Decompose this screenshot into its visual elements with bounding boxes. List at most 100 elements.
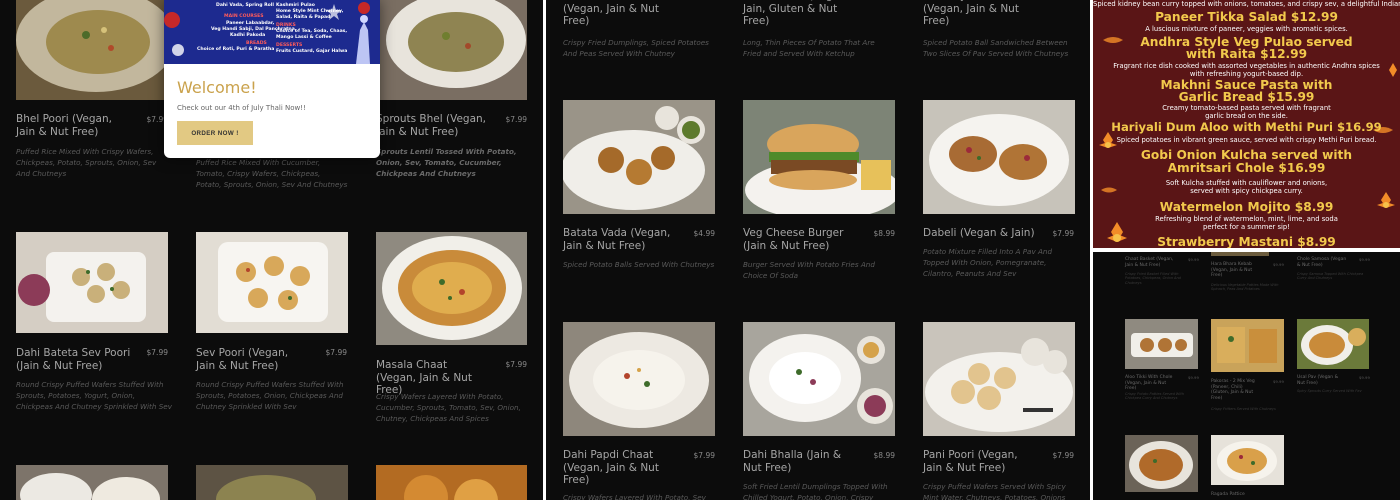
item-price: $9.99 bbox=[1359, 257, 1370, 262]
item-description: Long, Thin Pieces Of Potato That Are Fri… bbox=[743, 38, 875, 59]
banner-text: Home Style Mint Chutney, bbox=[276, 9, 344, 14]
poster-description: Creamy tomato-based pasta served with fr… bbox=[1162, 104, 1331, 112]
item-price: $7.99 bbox=[505, 115, 527, 124]
item-name: Veg Cheese Burger (Jain & Nut Free) bbox=[743, 227, 844, 252]
food-photo bbox=[376, 465, 527, 500]
item-description: Crispy Fried Basket Filled With Potatoes… bbox=[1125, 272, 1181, 285]
poster-description: Fragrant rice dish cooked with assorted … bbox=[1113, 62, 1380, 70]
food-photo-dabeli bbox=[923, 100, 1075, 214]
popup-title: Welcome! bbox=[177, 78, 257, 97]
banner-text: Fruits Custard, Gajar Halwa bbox=[276, 49, 348, 54]
food-photo-bhel-poori bbox=[16, 0, 168, 100]
menu-panel-snacks: Potato Peas Samosa (Vegan, Jain & Nut Fr… bbox=[546, 0, 1090, 500]
item-price: $9.99 bbox=[1188, 257, 1199, 262]
july-thali-banner: Dahi Vada, Spring Roll MAIN COURSES Pane… bbox=[164, 0, 380, 64]
poster-item-title: Watermelon Mojito $8.99 bbox=[1159, 200, 1334, 214]
poster-description: A luscious mixture of paneer, veggies wi… bbox=[1145, 25, 1348, 33]
food-photo bbox=[196, 465, 348, 500]
item-description: Soft Fried Lentil Dumplings Topped With … bbox=[743, 482, 888, 500]
banner-text: Salad, Raita & Papad bbox=[276, 15, 331, 20]
item-name: Sev Poori (Vegan, Jain & Nut Free) bbox=[196, 347, 289, 372]
poster-item-title: with Raita $12.99 bbox=[1185, 47, 1308, 61]
food-photo-dahi-bateta-sev-poori bbox=[16, 232, 168, 333]
food-photo-aloo-tikki bbox=[1125, 319, 1198, 369]
banner-header: DESSERTS bbox=[276, 43, 303, 48]
item-description: Crispy Puffed Wafers Served With Spicy M… bbox=[923, 482, 1066, 500]
item-description: Crispy Wafers Layered With Potato, Cucum… bbox=[376, 392, 521, 424]
item-name: Aloo Tikki With Chole (Vegan, Jain & Nut… bbox=[1125, 375, 1173, 391]
poster-item-title: Amritsari Chole $16.99 bbox=[1167, 161, 1326, 175]
banner-header: BREADS bbox=[246, 41, 267, 46]
banner-text: Mango Lassi & Coffee bbox=[276, 35, 332, 40]
order-now-button[interactable]: ORDER NOW ! bbox=[177, 121, 253, 145]
popup-subtitle: Check out our 4th of July Thali Now!! bbox=[177, 104, 306, 112]
food-photo bbox=[1125, 435, 1198, 492]
banner-text: Paneer Labaabdar, bbox=[226, 21, 275, 26]
poster-description: Soft Kulcha stuffed with cauliflower and… bbox=[1165, 179, 1328, 187]
item-price: $9.99 bbox=[1273, 379, 1284, 384]
poster-description: served with spicy chickpea curry. bbox=[1190, 187, 1303, 195]
item-name: Usal Pav (Vegan & Nut Free) bbox=[1297, 375, 1339, 386]
food-photo-batata-vada bbox=[563, 100, 715, 214]
item-description: Potato Mixture Filled Into A Pav And Top… bbox=[923, 247, 1053, 279]
item-price: $9.99 bbox=[1273, 262, 1284, 267]
poster-item-title: Gobi Onion Kulcha served with bbox=[1140, 148, 1353, 162]
poster-description: perfect for a summer sip! bbox=[1203, 223, 1290, 231]
welcome-popup: Dahi Vada, Spring Roll MAIN COURSES Pane… bbox=[164, 0, 380, 158]
food-photo-usal-pav bbox=[1297, 319, 1369, 369]
food-photo-sprouts-bhel bbox=[376, 0, 527, 100]
poster-item-title: Hariyali Dum Aloo with Methi Puri $16.99 bbox=[1111, 120, 1382, 134]
item-description: Round Crispy Puffed Wafers Stuffed With … bbox=[16, 380, 172, 412]
food-photo-masala-chaat bbox=[376, 232, 527, 345]
banner-text: Kashmiri Pulao bbox=[276, 3, 315, 8]
item-name: Hara Bhara Kebab (Vegan, Jain & Nut Free… bbox=[1211, 262, 1253, 278]
item-price: $9.99 bbox=[1359, 375, 1370, 380]
menu-panel-chaat: Bhel Poori (Vegan, Jain & Nut Free) $7.9… bbox=[0, 0, 543, 500]
banner-text: Choice of Tea, Soda, Chaas, bbox=[276, 29, 348, 34]
item-description: Spiced Potato Ball Sandwiched Between Tw… bbox=[923, 38, 1069, 59]
food-photo-dahi-papdi-chaat bbox=[563, 322, 715, 436]
menu-panel-mini: Chaat Basket (Vegan, Jain & Nut Free) $9… bbox=[1093, 252, 1400, 500]
banner-header: DRINKS bbox=[276, 23, 296, 28]
item-description: Crispy Fried Dumplings, Spiced Potatoes … bbox=[563, 38, 709, 59]
poster-description: with refreshing yogurt-based dip. bbox=[1189, 70, 1304, 78]
poster-item-title: Garlic Bread $15.99 bbox=[1178, 90, 1315, 104]
item-price: $7.99 bbox=[146, 348, 168, 357]
banner-text: Choice of Roti, Puri & Paratha bbox=[197, 47, 275, 52]
item-description: Spicy Sprouts Curry Served With Pav bbox=[1297, 389, 1362, 393]
poster-item-title: Paneer Tikka Salad $12.99 bbox=[1155, 10, 1338, 24]
item-description: Burger Served With Potato Fries And Choi… bbox=[743, 260, 875, 281]
food-photo-dahi-bhalla bbox=[743, 322, 895, 436]
food-photo-veg-cheese-burger bbox=[743, 100, 895, 214]
item-description: Spiced Potato Balls Served With Chutneys bbox=[563, 260, 715, 269]
poster-description: Refreshing blend of watermelon, mint, li… bbox=[1155, 215, 1338, 223]
item-name: Pani Poori (Vegan, Jain & Nut Free) bbox=[923, 449, 1018, 474]
item-description: Puffed Rice Mixed With Crispy Wafers, Ch… bbox=[16, 147, 157, 179]
item-description: Puffed Rice Mixed With Cucumber, Tomato,… bbox=[196, 158, 348, 190]
food-photo-pakoras bbox=[1211, 319, 1284, 372]
poster-item-title: Strawberry Mastani $8.99 bbox=[1157, 235, 1336, 248]
banner-text: Kadhi Pakoda bbox=[230, 33, 266, 38]
item-price: $7.99 bbox=[1052, 229, 1074, 238]
item-price: $7.99 bbox=[693, 451, 715, 460]
item-name: Ragada Pattice bbox=[1211, 492, 1245, 497]
item-price: $7.99 bbox=[1052, 451, 1074, 460]
item-name: French Fries (Vegan, Jain, Gluten & Nut … bbox=[743, 0, 849, 27]
item-name: Potato Peas Samosa (Vegan, Jain & Nut Fr… bbox=[563, 0, 669, 27]
banner-header: MAIN COURSES bbox=[224, 14, 264, 19]
item-name: Dahi Bhalla (Jain & Nut Free) bbox=[743, 449, 842, 474]
item-name: Sprouts Bhel (Vegan, Jain & Nut Free) bbox=[376, 113, 487, 138]
item-name: Batata Vada (Vegan, Jain & Nut Free) bbox=[563, 227, 671, 252]
item-name: Pakoras - 2 Mix Veg (Paneer, Chili) (Glu… bbox=[1211, 379, 1255, 401]
item-price: $9.99 bbox=[1188, 375, 1199, 380]
poster-description: Spiced potatoes in vibrant green sauce, … bbox=[1116, 136, 1377, 144]
item-price: $4.99 bbox=[693, 229, 715, 238]
item-name: Dahi Papdi Chaat (Vegan, Jain & Nut Free… bbox=[563, 449, 659, 486]
item-description: Crispy Wafers Layered With Potato, Sev bbox=[563, 493, 706, 500]
item-price: $7.99 bbox=[505, 360, 527, 369]
banner-text: Dahi Vada, Spring Roll bbox=[216, 3, 274, 8]
food-photo-sev-poori bbox=[196, 232, 348, 333]
food-photo bbox=[1211, 252, 1269, 256]
food-photo-pani-poori bbox=[923, 322, 1075, 436]
item-name: Bombay Vada Pav (Vegan, Jain & Nut Free) bbox=[923, 0, 1019, 27]
